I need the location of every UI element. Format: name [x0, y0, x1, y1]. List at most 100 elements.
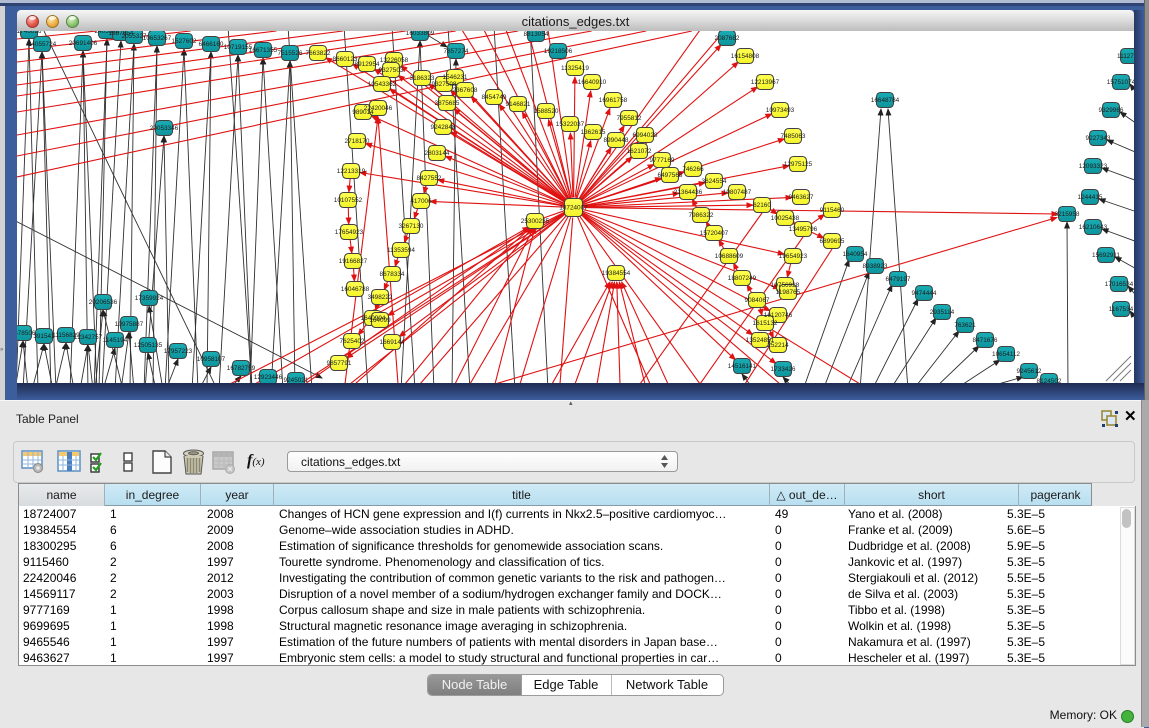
svg-text:1167534: 1167534 — [1109, 306, 1134, 313]
svg-text:16648784: 16648784 — [871, 97, 900, 104]
svg-text:10654112: 10654112 — [992, 351, 1020, 358]
svg-text:7663822: 7663822 — [306, 50, 331, 57]
svg-text:1669144: 1669144 — [380, 339, 405, 346]
svg-text:16671355: 16671355 — [249, 47, 278, 54]
svg-text:9242848: 9242848 — [431, 124, 456, 131]
svg-text:1362615: 1362615 — [581, 129, 606, 136]
svg-text:18724007: 18724007 — [559, 205, 588, 212]
svg-text:252214: 252214 — [767, 342, 789, 349]
svg-text:9245612: 9245612 — [1017, 368, 1042, 375]
svg-text:16210643: 16210643 — [1079, 224, 1108, 231]
svg-text:16961758: 16961758 — [599, 97, 628, 104]
svg-text:1621072: 1621072 — [627, 148, 652, 155]
svg-text:10653267: 10653267 — [143, 35, 172, 42]
svg-text:15692911: 15692911 — [1092, 252, 1120, 259]
svg-text:17016534: 17016534 — [1105, 281, 1134, 288]
svg-text:9857791: 9857791 — [327, 360, 352, 367]
svg-text:15720407: 15720407 — [700, 230, 729, 237]
svg-text:19654923: 19654923 — [779, 253, 808, 260]
svg-text:1527602: 1527602 — [172, 38, 197, 45]
svg-text:7485063: 7485063 — [781, 133, 806, 140]
svg-text:9084067: 9084067 — [745, 297, 770, 304]
svg-text:21364436: 21364436 — [674, 189, 703, 196]
svg-text:10025438: 10025438 — [771, 215, 800, 222]
svg-text:17957223: 17957223 — [164, 348, 193, 355]
svg-text:1746026: 1746026 — [17, 31, 42, 35]
svg-text:1244415: 1244415 — [1078, 194, 1103, 201]
svg-text:10807487: 10807487 — [723, 189, 752, 196]
svg-text:2935114: 2935114 — [930, 309, 955, 316]
svg-text:3875685: 3875685 — [435, 100, 460, 107]
svg-text:9463627: 9463627 — [789, 194, 814, 201]
svg-text:2087682: 2087682 — [715, 35, 740, 42]
svg-text:25300235: 25300235 — [521, 218, 550, 225]
svg-text:9327503: 9327503 — [379, 67, 404, 74]
svg-text:1640954: 1640954 — [843, 251, 868, 258]
svg-text:763621: 763621 — [954, 322, 976, 329]
svg-text:15322037: 15322037 — [556, 121, 585, 128]
svg-text:62160: 62160 — [753, 202, 771, 209]
svg-text:15751074: 15751074 — [1107, 79, 1134, 86]
svg-text:12213967: 12213967 — [751, 79, 780, 86]
svg-text:1733426: 1733426 — [771, 366, 796, 373]
svg-text:11353594: 11353594 — [387, 247, 415, 254]
svg-text:9329966: 9329966 — [1099, 107, 1124, 114]
svg-text:164099: 164099 — [369, 317, 391, 324]
svg-text:3215958: 3215958 — [1055, 211, 1080, 218]
svg-text:9115460: 9115460 — [820, 207, 845, 214]
svg-text:3498222: 3498222 — [368, 294, 393, 301]
svg-text:11325419: 11325419 — [561, 65, 589, 72]
svg-text:10543362: 10543362 — [368, 81, 397, 88]
svg-text:19166827: 19166827 — [339, 258, 368, 265]
svg-text:8990448: 8990448 — [604, 137, 629, 144]
svg-text:8912954: 8912954 — [355, 61, 380, 68]
svg-text:16120746: 16120746 — [764, 312, 793, 319]
svg-text:1198765: 1198765 — [776, 289, 801, 296]
svg-text:14516141: 14516141 — [728, 363, 757, 370]
svg-text:12923446: 12923446 — [254, 374, 283, 381]
svg-text:1588520: 1588520 — [534, 108, 559, 115]
svg-text:3267130: 3267130 — [399, 223, 424, 230]
svg-text:16782759: 16782759 — [227, 365, 256, 372]
svg-text:18807249: 18807249 — [728, 275, 757, 282]
svg-text:16046788: 16046788 — [341, 286, 370, 293]
svg-text:12342757: 12342757 — [74, 334, 103, 341]
svg-text:8678334: 8678334 — [380, 271, 405, 278]
svg-text:3624554: 3624554 — [702, 178, 727, 185]
svg-text:9227343: 9227343 — [1086, 135, 1111, 142]
svg-text:746266: 746266 — [682, 166, 704, 173]
svg-text:20206536: 20206536 — [89, 299, 118, 306]
svg-text:13495796: 13495796 — [789, 226, 818, 233]
svg-text:19756928: 19756928 — [771, 282, 800, 289]
svg-text:6994028: 6994028 — [633, 132, 658, 139]
svg-text:1112745: 1112745 — [1117, 53, 1134, 60]
svg-text:10973493: 10973493 — [766, 107, 795, 114]
svg-text:6899695: 6899695 — [820, 238, 845, 245]
svg-text:8813054: 8813054 — [524, 31, 549, 38]
svg-text:14055724: 14055724 — [28, 41, 57, 48]
svg-text:1546231: 1546231 — [443, 74, 468, 81]
svg-text:2803144: 2803144 — [425, 150, 450, 157]
svg-text:417006: 417006 — [410, 198, 432, 205]
svg-text:12093323: 12093323 — [1079, 163, 1108, 170]
svg-text:1145194: 1145194 — [103, 337, 128, 344]
svg-text:16154808: 16154808 — [731, 53, 760, 60]
svg-text:6479197: 6479197 — [886, 276, 911, 283]
svg-text:6466160: 6466160 — [199, 41, 224, 48]
svg-text:9146821: 9146821 — [506, 101, 531, 108]
svg-text:10975887: 10975887 — [115, 321, 144, 328]
svg-text:7625402: 7625402 — [340, 338, 365, 345]
svg-text:10107552: 10107552 — [334, 197, 363, 204]
svg-text:9474444: 9474444 — [912, 290, 937, 297]
svg-text:20053346: 20053346 — [150, 125, 179, 132]
svg-text:12975125: 12975125 — [784, 161, 813, 168]
svg-text:17654923: 17654923 — [335, 229, 364, 236]
svg-text:8454749: 8454749 — [482, 94, 507, 101]
svg-text:13226058: 13226058 — [380, 57, 409, 64]
svg-text:9777169: 9777169 — [650, 157, 675, 164]
svg-text:7986322: 7986322 — [689, 212, 714, 219]
svg-text:12213319: 12213319 — [337, 168, 366, 175]
svg-text:8427552: 8427552 — [417, 175, 442, 182]
svg-text:17359924: 17359924 — [135, 295, 164, 302]
svg-text:7955812: 7955812 — [617, 115, 642, 122]
